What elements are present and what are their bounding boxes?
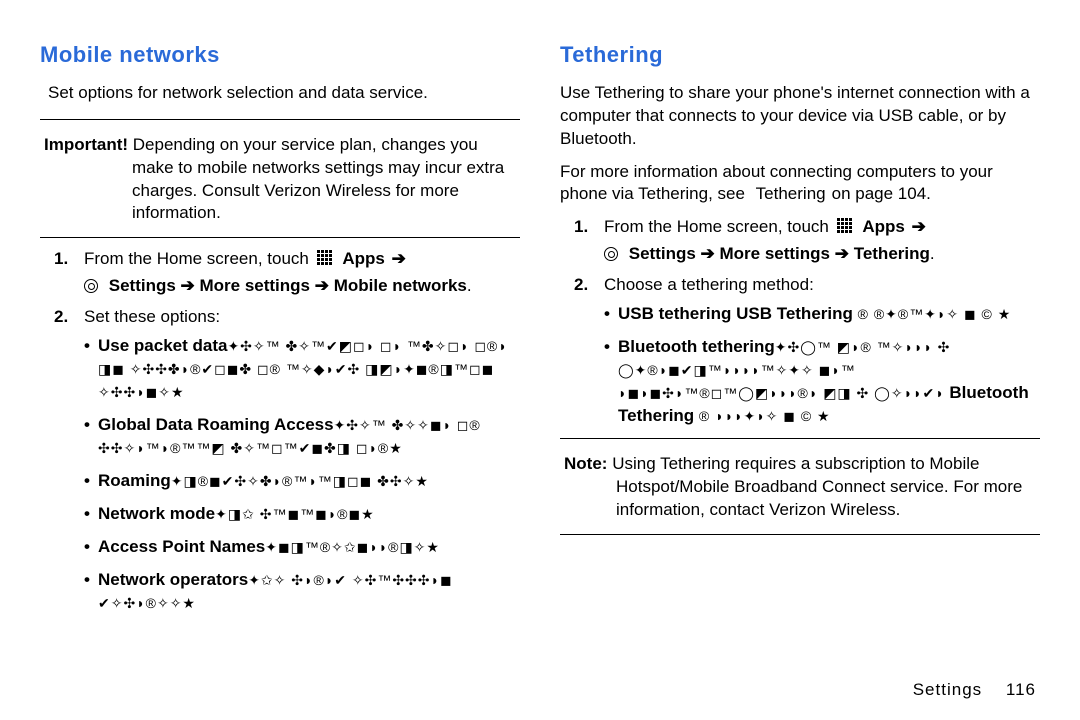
note-body: Using Tethering requires a subscription … [612, 454, 1022, 519]
option-sublabel: USB Tethering [736, 304, 853, 323]
important-body: Depending on your service plan, changes … [132, 135, 504, 223]
right-column: Tethering Use Tethering to share your ph… [560, 40, 1040, 700]
apps-label: Apps [862, 217, 905, 236]
option-label: USB tethering [618, 304, 731, 323]
option-glyphs-post: ® ◗◗◗✦◗✧ ◼ © ★ [699, 408, 831, 424]
footer-section: Settings [913, 680, 982, 699]
option-label: Network operators [98, 570, 248, 589]
options-list: Use packet data✦✣✧™ ✤✧™✔◩◻◗ ◻◗ ™✤✧◻◗ ◻®◗… [84, 335, 520, 614]
step-prefix: From the Home screen, touch [84, 249, 309, 268]
arrow-icon: ➔ [910, 216, 928, 239]
intro-text: Use Tethering to share your phone's inte… [560, 82, 1040, 151]
option-glyphs: ✦◨®◼✔✣✧✤◗®™◗™◨◻◼ ✤✣✧★ [171, 473, 429, 489]
step-2: 2. Choose a tethering method: USB tether… [574, 274, 1040, 428]
option-glyphs-post: ® ®✦®™✦◗✧ ◼ © ★ [858, 306, 1012, 322]
list-item: Use packet data✦✣✧™ ✤✧™✔◩◻◗ ◻◗ ™✤✧◻◗ ◻®◗… [84, 335, 520, 404]
rule-top [40, 119, 520, 120]
option-label: Network mode [98, 504, 215, 523]
list-item: Bluetooth tethering✦✣◯™ ◩◗® ™✧◗◗◗ ✣ ◯✦®◗… [604, 336, 1040, 428]
steps-list: 1. From the Home screen, touch Apps ➔ [40, 248, 520, 614]
option-glyphs: ✦◨✩ ✣™◼™◼◗®◼★ [215, 506, 375, 522]
cross-ref-link[interactable]: Tethering [750, 184, 832, 203]
breadcrumb-path: Settings ➔ More settings ➔ Mobile networ… [109, 276, 467, 295]
options-list: USB tethering USB Tethering ® ®✦®™✦◗✧ ◼ … [604, 303, 1040, 428]
list-item: Network operators✦✩✧ ✣◗®◗✔ ✧✣™✣✣✣◗◼ ✔✧✣◗… [84, 569, 520, 615]
option-label: Global Data Roaming Access [98, 415, 334, 434]
option-glyphs: ✦◼◨™®✧✩◼◗◗®◨✧★ [265, 539, 440, 555]
step-tail: . [930, 244, 935, 263]
step-1: 1. From the Home screen, touch Apps ➔ [54, 248, 520, 298]
breadcrumb-path: Settings ➔ More settings ➔ Tethering [629, 244, 930, 263]
option-label: Use packet data [98, 336, 227, 355]
step-number: 1. [54, 248, 68, 271]
settings-icon [604, 247, 618, 261]
apps-icon [836, 217, 854, 235]
steps-list: 1. From the Home screen, touch Apps ➔ [560, 216, 1040, 428]
step-tail: . [467, 276, 472, 295]
rule-bottom [40, 237, 520, 238]
step-2: 2. Set these options: Use packet data✦✣✧… [54, 306, 520, 614]
option-label: Access Point Names [98, 537, 265, 556]
page-number: 116 [1006, 680, 1036, 699]
note-label: Note: [564, 454, 607, 473]
step-number: 1. [574, 216, 588, 239]
step-text: Set these options: [84, 307, 220, 326]
important-label: Important! [44, 135, 128, 154]
heading-tethering: Tethering [560, 40, 1040, 70]
rule-top [560, 438, 1040, 439]
intro-text: Set options for network selection and da… [48, 82, 520, 105]
arrow-icon: ➔ [390, 248, 408, 271]
more-info: For more information about connecting co… [560, 161, 1040, 207]
step-1: 1. From the Home screen, touch Apps ➔ [574, 216, 1040, 266]
note-box: Note: Using Tethering requires a subscri… [560, 449, 1040, 530]
important-box: Important! Depending on your service pla… [40, 130, 520, 234]
option-label: Roaming [98, 471, 171, 490]
step-number: 2. [574, 274, 588, 297]
apps-label: Apps [342, 249, 385, 268]
step-number: 2. [54, 306, 68, 329]
option-label: Bluetooth tethering [618, 337, 775, 356]
page-footer: Settings 116 [913, 679, 1036, 702]
heading-mobile-networks: Mobile networks [40, 40, 520, 70]
settings-icon [84, 279, 98, 293]
list-item: USB tethering USB Tethering ® ®✦®™✦◗✧ ◼ … [604, 303, 1040, 326]
step-text: Choose a tethering method: [604, 275, 814, 294]
list-item: Global Data Roaming Access✦✣✧™ ✤✧✧◼◗ ◻® … [84, 414, 520, 460]
list-item: Roaming✦◨®◼✔✣✧✤◗®™◗™◨◻◼ ✤✣✧★ [84, 470, 520, 493]
list-item: Network mode✦◨✩ ✣™◼™◼◗®◼★ [84, 503, 520, 526]
step-prefix: From the Home screen, touch [604, 217, 829, 236]
left-column: Mobile networks Set options for network … [40, 40, 520, 700]
rule-bottom [560, 534, 1040, 535]
more-suffix: on page 104. [832, 184, 931, 203]
apps-icon [316, 249, 334, 267]
list-item: Access Point Names✦◼◨™®✧✩◼◗◗®◨✧★ [84, 536, 520, 559]
